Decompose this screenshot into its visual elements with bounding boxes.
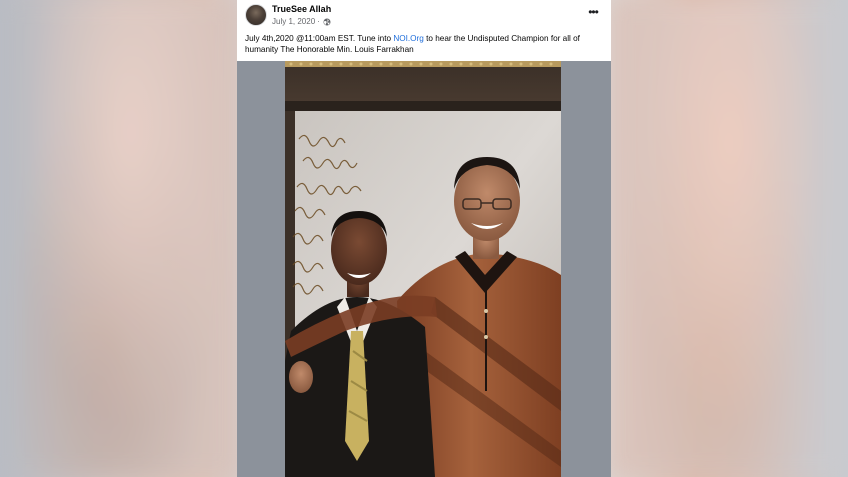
post-text-start: July 4th,2020 @11:00am EST. Tune into — [245, 34, 394, 43]
post-photo[interactable] — [285, 61, 561, 477]
meta-separator: · — [317, 17, 320, 26]
post-header: TrueSee Allah July 1, 2020 · ••• — [237, 0, 611, 30]
post-text: July 4th,2020 @11:00am EST. Tune into NO… — [245, 33, 601, 55]
background-blur-left — [0, 0, 237, 477]
author-name[interactable]: TrueSee Allah — [272, 4, 331, 14]
avatar[interactable] — [245, 4, 267, 26]
post-meta: July 1, 2020 · — [272, 17, 331, 26]
background-blur-right — [611, 0, 848, 477]
globe-icon — [323, 18, 331, 26]
noi-link[interactable]: NOI.Org — [393, 34, 423, 43]
post-date[interactable]: July 1, 2020 — [272, 17, 315, 26]
more-options-icon[interactable]: ••• — [585, 6, 601, 21]
post-media[interactable] — [237, 61, 611, 477]
post-card: TrueSee Allah July 1, 2020 · ••• July 4t… — [237, 0, 611, 477]
